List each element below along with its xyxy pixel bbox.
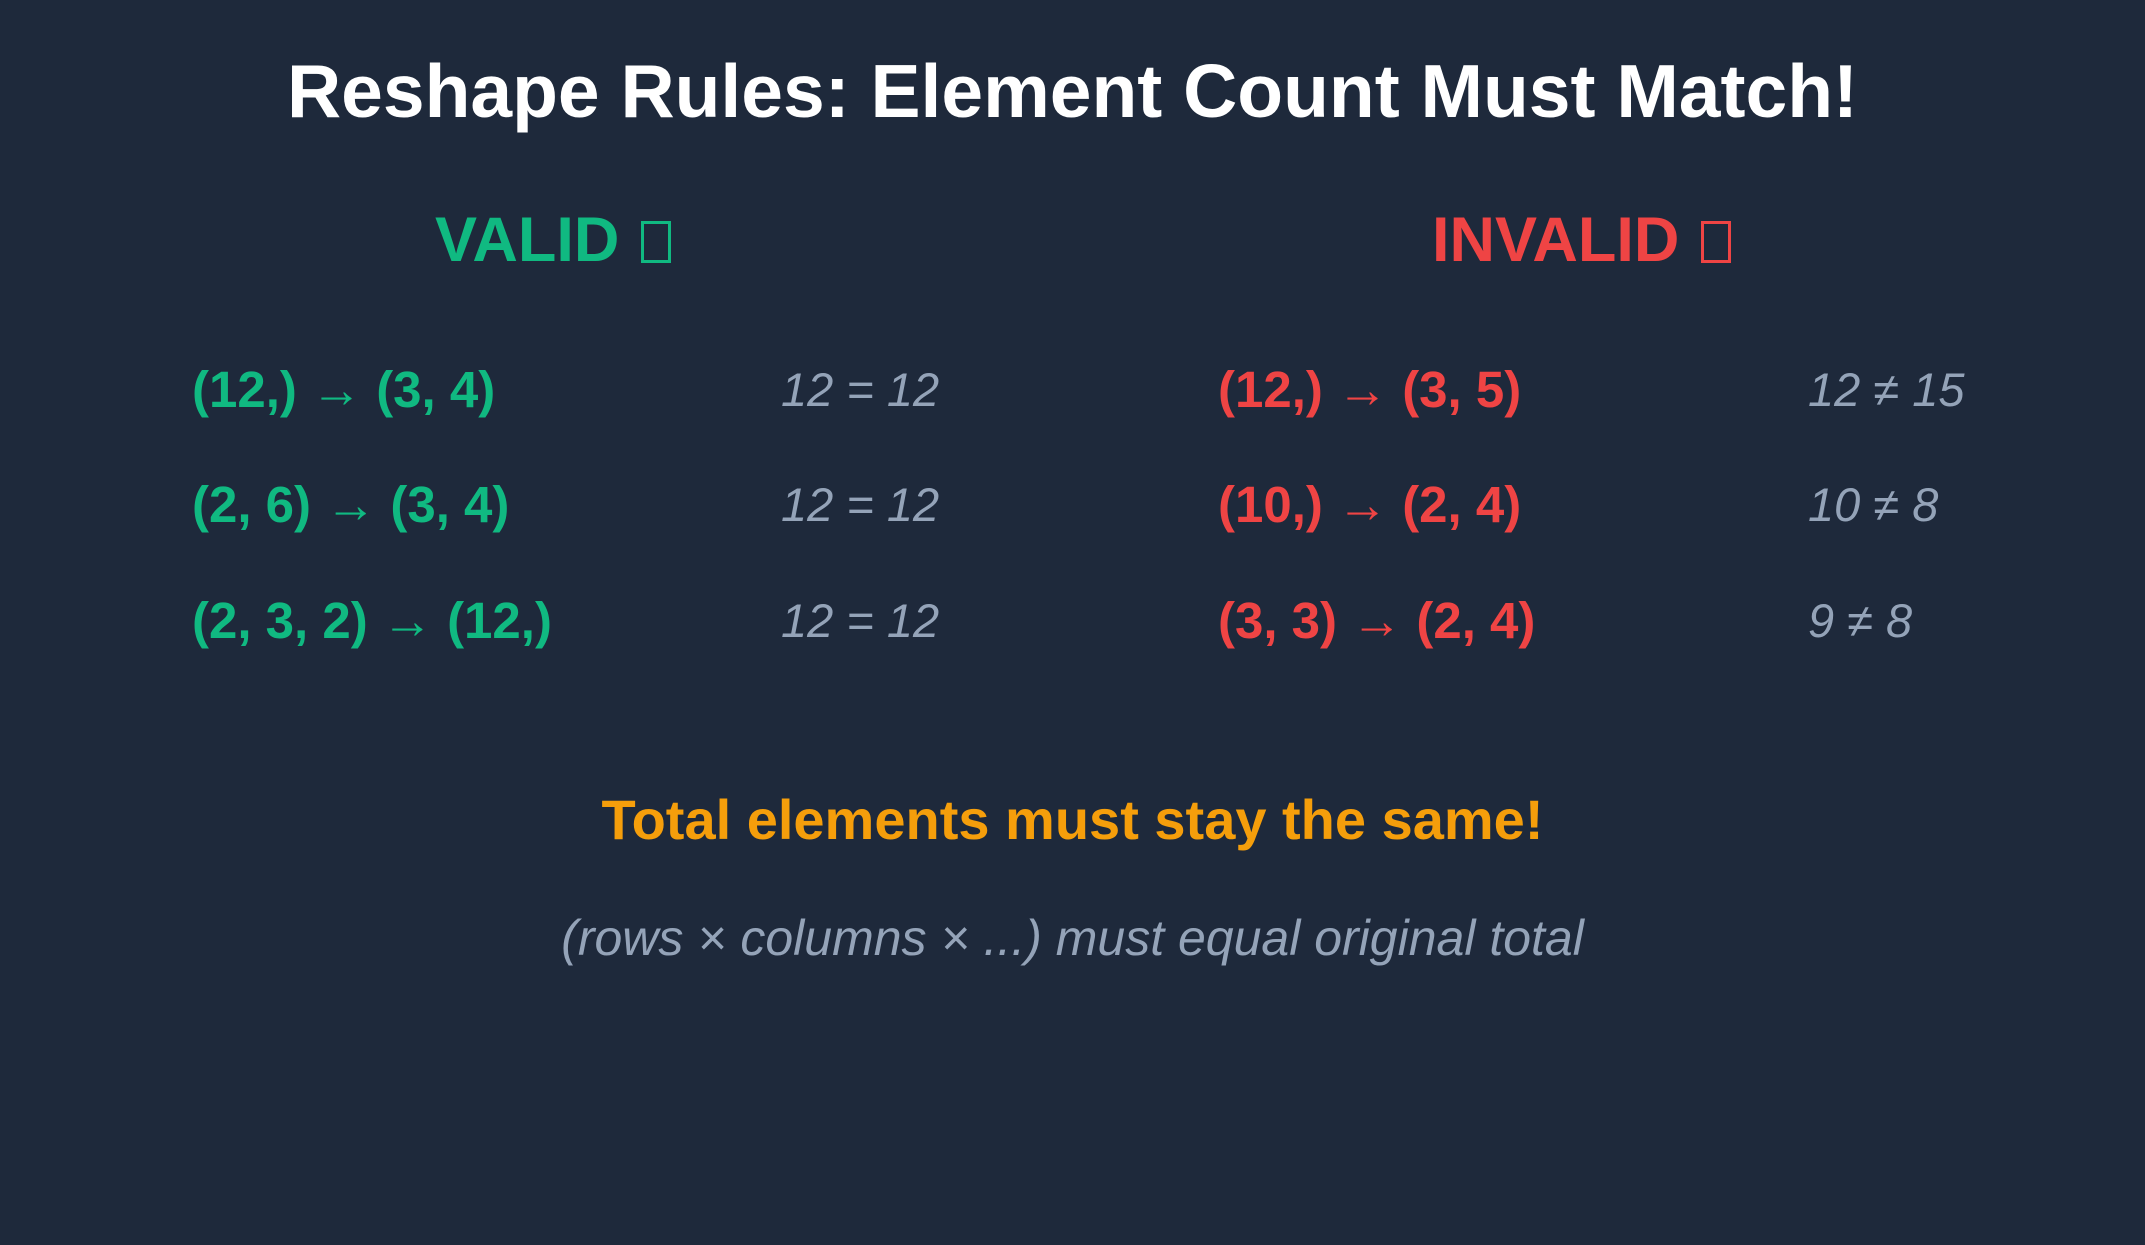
valid-heading: VALID: [435, 200, 672, 280]
invalid-expression-3: (3, 3) → (2, 4): [1218, 592, 1536, 649]
invalid-count-check-2: 10 ≠ 8: [1808, 478, 1939, 531]
valid-count-check-1: 12 = 12: [781, 363, 940, 416]
valid-count-check-3: 12 = 12: [781, 594, 940, 647]
invalid-count-check-1: 12 ≠ 15: [1808, 363, 1965, 416]
rule-formula-note: (rows × columns × ...) must equal origin…: [561, 910, 1584, 966]
invalid-heading: INVALID: [1432, 200, 1732, 280]
rule-callout: Total elements must stay the same!: [601, 788, 1544, 851]
invalid-expression-2: (10,) → (2, 4): [1218, 476, 1522, 533]
valid-expression-3: (2, 3, 2) → (12,): [192, 592, 552, 649]
invalid-expression-1: (12,) → (3, 5): [1218, 361, 1522, 418]
check-mark-icon: [641, 221, 672, 263]
invalid-count-check-3: 9 ≠ 8: [1808, 594, 1913, 647]
valid-expression-1: (12,) → (3, 4): [192, 361, 496, 418]
valid-heading-label: VALID: [435, 205, 620, 275]
reshape-rules-diagram: Reshape Rules: Element Count Must Match!…: [0, 0, 2145, 1245]
valid-expression-2: (2, 6) → (3, 4): [192, 476, 510, 533]
invalid-heading-label: INVALID: [1432, 205, 1680, 275]
cross-mark-icon: [1701, 221, 1732, 263]
page-title: Reshape Rules: Element Count Must Match!: [286, 49, 1858, 133]
valid-count-check-2: 12 = 12: [781, 478, 940, 531]
